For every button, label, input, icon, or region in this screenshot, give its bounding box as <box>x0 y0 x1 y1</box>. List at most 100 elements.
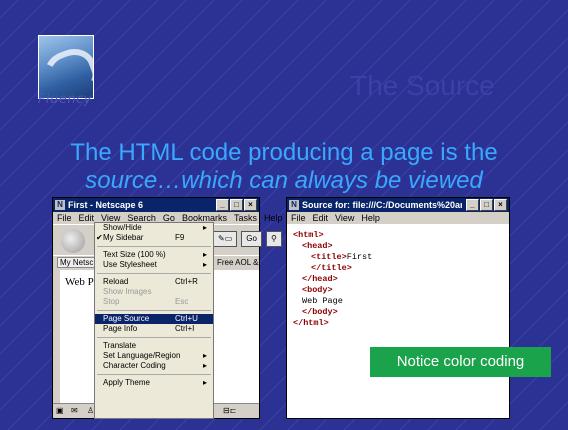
checkmark-icon: ✔ <box>96 233 103 242</box>
source-menubar: File Edit View Help <box>287 212 509 224</box>
menu-item-apply-theme[interactable]: Apply Theme ▸ <box>95 378 213 388</box>
submenu-arrow-icon: ▸ <box>202 223 207 232</box>
subtitle-line-2: source…which can always be viewed <box>85 167 483 194</box>
source-text: First <box>346 252 373 262</box>
menu-item-shortcut: F9 <box>175 233 185 242</box>
source-line: <title>First <box>293 252 372 263</box>
menu-item-text-size-100[interactable]: Text Size (100 %) ▸ <box>95 250 213 260</box>
html-tag: </body> <box>302 307 338 317</box>
source-title: Source for: file:///C:/Documents%20and%2… <box>302 200 462 210</box>
source-window: N Source for: file:///C:/Documents%20and… <box>286 197 510 419</box>
callout-box: Notice color coding <box>370 347 551 377</box>
menu-item-show-images[interactable]: Show Images <box>95 287 213 297</box>
netscape-titlebar: N First - Netscape 6 _ □ × <box>53 198 259 212</box>
subtitle-line-1: The HTML code producing a page is the <box>70 139 498 166</box>
source-line: <html> <box>293 230 372 241</box>
menu-item-show-hide[interactable]: Show/Hide ▸ <box>95 223 213 233</box>
menu-item-label: Translate <box>103 341 137 350</box>
menu-item-label: Show/Hide <box>103 223 142 232</box>
source-line: </head> <box>293 274 372 285</box>
navigator-icon[interactable]: ▣ <box>56 406 64 415</box>
menu-item-label: Show Images <box>103 287 152 296</box>
netscape-title: First - Netscape 6 <box>68 200 144 210</box>
subtitle: The HTML code producing a page is the so… <box>0 139 568 195</box>
bookmark-icon[interactable]: ✎▭ <box>213 231 238 247</box>
slide: Fluency The Source The HTML code produci… <box>0 0 568 430</box>
source-menu-view[interactable]: View <box>335 213 354 223</box>
source-menu-edit[interactable]: Edit <box>313 213 329 223</box>
netscape-icon: N <box>55 200 65 210</box>
minimize-button[interactable]: _ <box>466 199 479 211</box>
html-tag: </html> <box>293 318 329 328</box>
logo-text: Fluency <box>38 92 92 107</box>
menu-item-shortcut: Esc <box>175 297 189 306</box>
search-icon[interactable]: ⚲ <box>265 231 282 247</box>
html-tag: <title> <box>311 252 347 262</box>
netscape-icon: N <box>289 200 299 210</box>
submenu-arrow-icon: ▸ <box>202 260 207 269</box>
menu-item-label: Set Language/Region <box>103 351 181 360</box>
menu-item-reload[interactable]: Reload Ctrl+R <box>95 277 213 287</box>
html-tag: </head> <box>302 274 338 284</box>
source-code: <html> <head> <title>First </title> </head> <… <box>293 230 372 329</box>
menu-separator <box>97 337 211 338</box>
browser-menu-help[interactable]: Help <box>264 213 283 223</box>
menu-item-translate[interactable]: Translate <box>95 341 213 351</box>
browser-menu-file[interactable]: File <box>57 213 72 223</box>
menu-item-shortcut: Ctrl+R <box>175 277 198 286</box>
menu-item-my-sidebar[interactable]: ✔ My Sidebar F9 <box>95 233 213 243</box>
html-tag: <html> <box>293 230 324 240</box>
source-line: </title> <box>293 263 372 274</box>
browser-menu-tasks[interactable]: Tasks <box>234 213 257 223</box>
sidebar-strip[interactable] <box>53 270 60 404</box>
menu-separator <box>97 374 211 375</box>
maximize-button[interactable]: □ <box>230 199 243 211</box>
menu-item-label: Text Size (100 %) <box>103 250 166 259</box>
my-netscape-tab[interactable]: My Netsc <box>57 257 97 268</box>
menu-item-set-language-region[interactable]: Set Language/Region ▸ <box>95 351 213 361</box>
source-text: Web Page <box>302 296 343 306</box>
source-line: </html> <box>293 318 372 329</box>
source-line: Web Page <box>293 296 372 307</box>
menu-item-label: Character Coding <box>103 361 166 370</box>
menu-item-page-source[interactable]: Page Source Ctrl+U <box>95 314 213 324</box>
fluency-logo-image <box>38 35 94 99</box>
menu-item-label: Apply Theme <box>103 378 150 387</box>
menu-item-label: Stop <box>103 297 120 306</box>
source-menu-help[interactable]: Help <box>361 213 380 223</box>
source-menu-file[interactable]: File <box>291 213 306 223</box>
menu-item-label: Page Info <box>103 324 138 333</box>
html-tag: <body> <box>302 285 333 295</box>
view-menu-dropdown: Show/Hide ▸ ✔ My Sidebar F9 Text Size (100 %)… <box>94 222 214 419</box>
menu-item-shortcut: Ctrl+U <box>175 314 198 323</box>
menu-item-label: Reload <box>103 277 129 286</box>
source-line: </body> <box>293 307 372 318</box>
close-button[interactable]: × <box>244 199 257 211</box>
menu-item-use-stylesheet[interactable]: Use Stylesheet ▸ <box>95 260 213 270</box>
source-line: <body> <box>293 285 372 296</box>
slide-title: The Source <box>350 70 495 101</box>
html-tag: </title> <box>311 263 352 273</box>
mail-icon[interactable]: ✉ <box>71 406 78 415</box>
submenu-arrow-icon: ▸ <box>202 351 207 360</box>
submenu-arrow-icon: ▸ <box>202 250 207 259</box>
go-button[interactable]: Go <box>241 231 262 247</box>
menu-item-stop[interactable]: Stop Esc <box>95 297 213 307</box>
submenu-arrow-icon: ▸ <box>202 361 207 370</box>
menu-item-label: My Sidebar <box>103 233 144 242</box>
browser-menu-edit[interactable]: Edit <box>79 213 95 223</box>
menu-separator <box>97 310 211 311</box>
menu-item-label: Use Stylesheet <box>103 260 157 269</box>
minimize-button[interactable]: _ <box>216 199 229 211</box>
menu-separator <box>97 246 211 247</box>
back-icon[interactable] <box>61 229 85 253</box>
security-icon: ⊟⊏ <box>223 406 237 415</box>
source-line: <head> <box>293 241 372 252</box>
menu-item-shortcut: Ctrl+I <box>175 324 195 333</box>
source-titlebar: N Source for: file:///C:/Documents%20and… <box>287 198 509 212</box>
maximize-button[interactable]: □ <box>480 199 493 211</box>
submenu-arrow-icon: ▸ <box>202 378 207 387</box>
menu-item-page-info[interactable]: Page Info Ctrl+I <box>95 324 213 334</box>
menu-item-character-coding[interactable]: Character Coding ▸ <box>95 361 213 371</box>
close-button[interactable]: × <box>494 199 507 211</box>
